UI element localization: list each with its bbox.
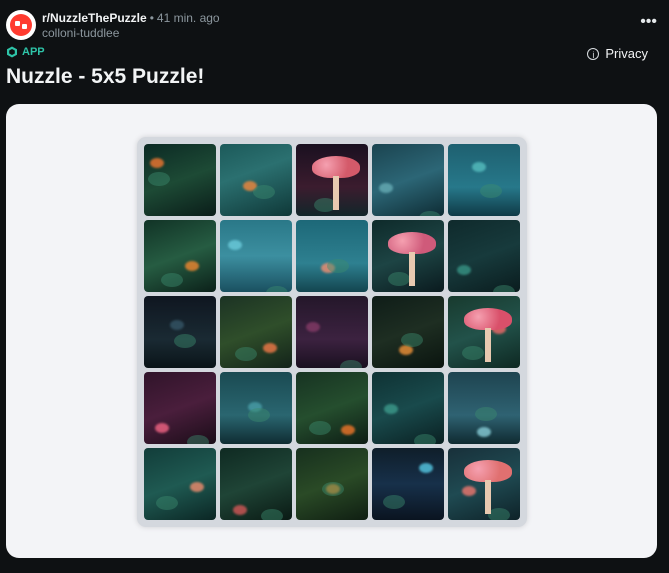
tile-glow <box>457 265 471 275</box>
tile-glow <box>477 427 491 437</box>
tile-leaf <box>261 509 283 520</box>
tile-glow <box>263 343 277 353</box>
meta-separator: • <box>149 11 154 25</box>
tile-leaf <box>462 346 484 360</box>
mushroom-stem <box>333 176 339 210</box>
tile-glow <box>150 158 164 168</box>
tile-glow <box>472 162 486 172</box>
tile-leaf <box>187 435 209 444</box>
puzzle-tile[interactable] <box>296 296 368 368</box>
puzzle-tile[interactable] <box>372 448 444 520</box>
tile-leaf <box>322 482 344 496</box>
mushroom-cap <box>312 156 360 178</box>
puzzle-tile[interactable] <box>296 220 368 292</box>
tile-leaf <box>401 333 423 347</box>
post-time: 41 min. ago <box>156 11 220 25</box>
puzzle-board <box>137 137 527 527</box>
puzzle-tile[interactable] <box>220 448 292 520</box>
tile-leaf <box>414 434 436 444</box>
tile-leaf <box>340 360 362 368</box>
mushroom-cap <box>464 308 512 330</box>
info-icon: i <box>587 47 600 60</box>
subreddit-link[interactable]: r/NuzzleThePuzzle <box>42 11 147 25</box>
tile-leaf <box>475 407 497 421</box>
tile-glow <box>185 261 199 271</box>
more-horizontal-icon[interactable]: ••• <box>640 14 657 30</box>
tile-glow <box>155 423 169 433</box>
privacy-link[interactable]: i Privacy <box>587 46 648 61</box>
mushroom-cap <box>464 460 512 482</box>
mushroom-stem <box>485 480 491 514</box>
tile-leaf <box>327 259 349 273</box>
mushroom-cap <box>388 232 436 254</box>
tile-glow <box>419 463 433 473</box>
tile-leaf <box>174 334 196 348</box>
puzzle-tile[interactable] <box>220 372 292 444</box>
puzzle-tile[interactable] <box>220 220 292 292</box>
tile-leaf <box>383 495 405 509</box>
puzzle-tile[interactable] <box>144 372 216 444</box>
mushroom-stem <box>485 328 491 362</box>
app-badge: APP <box>6 46 45 58</box>
tile-leaf <box>161 273 183 287</box>
puzzle-tile[interactable] <box>220 144 292 216</box>
tile-leaf <box>480 184 502 198</box>
post-meta: r/NuzzleThePuzzle • 41 min. ago <box>42 11 220 25</box>
tile-leaf <box>388 272 410 286</box>
puzzle-tile[interactable] <box>448 220 520 292</box>
mushroom-stem <box>409 252 415 286</box>
puzzle-tile[interactable] <box>448 448 520 520</box>
tile-glow <box>170 320 184 330</box>
puzzle-tile[interactable] <box>220 296 292 368</box>
app-frame <box>6 104 657 558</box>
privacy-label: Privacy <box>605 46 648 61</box>
tile-leaf <box>488 508 510 520</box>
tile-leaf <box>253 185 275 199</box>
tile-leaf <box>248 408 270 422</box>
tile-leaf <box>148 172 170 186</box>
tile-leaf <box>493 285 515 292</box>
puzzle-tile[interactable] <box>144 220 216 292</box>
tile-leaf <box>266 286 288 292</box>
puzzle-tile[interactable] <box>144 448 216 520</box>
tile-glow <box>228 240 242 250</box>
puzzle-tile[interactable] <box>144 144 216 216</box>
tile-leaf <box>156 496 178 510</box>
tile-glow <box>190 482 204 492</box>
nuzzle-logo-icon <box>10 14 32 36</box>
tile-glow <box>341 425 355 435</box>
tile-leaf <box>235 347 257 361</box>
puzzle-tile[interactable] <box>372 220 444 292</box>
puzzle-tile[interactable] <box>448 144 520 216</box>
puzzle-tile[interactable] <box>296 144 368 216</box>
subreddit-avatar[interactable] <box>6 10 36 40</box>
post-author[interactable]: colloni-tuddlee <box>42 26 119 40</box>
puzzle-tile[interactable] <box>448 296 520 368</box>
puzzle-tile[interactable] <box>372 144 444 216</box>
puzzle-tile[interactable] <box>296 372 368 444</box>
tile-leaf <box>419 211 441 216</box>
post-title: Nuzzle - 5x5 Puzzle! <box>6 65 205 88</box>
cube-icon <box>7 46 17 58</box>
puzzle-tile[interactable] <box>372 296 444 368</box>
tile-glow <box>306 322 320 332</box>
puzzle-tile[interactable] <box>144 296 216 368</box>
tile-glow <box>384 404 398 414</box>
tile-glow <box>233 505 247 515</box>
tile-glow <box>462 486 476 496</box>
app-badge-label: APP <box>22 46 45 58</box>
puzzle-tile[interactable] <box>296 448 368 520</box>
puzzle-tile[interactable] <box>372 372 444 444</box>
tile-glow <box>379 183 393 193</box>
puzzle-tile[interactable] <box>448 372 520 444</box>
tile-leaf <box>309 421 331 435</box>
